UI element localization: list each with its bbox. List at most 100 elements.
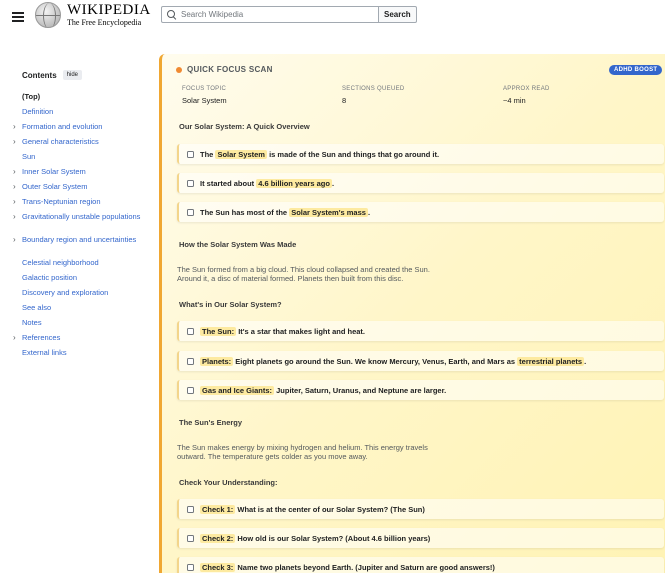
chevron-right-icon[interactable]: › [13, 137, 16, 146]
overview-item[interactable]: The Solar System is made of the Sun and … [177, 144, 664, 164]
chevron-right-icon[interactable]: › [13, 197, 16, 206]
item-text: . [331, 178, 335, 188]
chevron-right-icon[interactable]: › [13, 235, 16, 244]
item-text: is made of the Sun and things that go ar… [269, 149, 440, 159]
status-dot-icon [176, 66, 182, 73]
chevron-right-icon[interactable]: › [13, 212, 16, 221]
search-input[interactable] [181, 10, 371, 19]
toc-item-label: Trans-Neptunian region [22, 197, 101, 206]
section-title-energy: The Sun's Energy [179, 418, 243, 427]
overview-item[interactable]: The Sun has most of the Solar System's m… [177, 202, 664, 222]
whats-in-item[interactable]: The Sun: It's a star that makes light an… [177, 321, 664, 341]
overview-item[interactable]: It started about 4.6 billion years ago . [177, 173, 664, 193]
whats-in-item[interactable]: Planets: Eight planets go around the Sun… [177, 351, 664, 371]
toc-item[interactable]: Galactic position [22, 273, 150, 288]
toc-item[interactable]: › Outer Solar System [13, 182, 150, 197]
toc-item[interactable]: › Trans-Neptunian region [13, 197, 150, 212]
checkbox[interactable] [187, 327, 194, 335]
toc-item-label: Inner Solar System [22, 167, 86, 176]
search-icon [167, 10, 176, 19]
toc-item[interactable]: (Top) [22, 92, 150, 107]
chevron-right-icon[interactable]: › [13, 167, 16, 176]
toc-item-label: Sun [22, 152, 36, 161]
toc-item-label: Galactic position [22, 273, 78, 282]
toc-header: Contents hide [22, 70, 150, 80]
toc-item-label: General characteristics [22, 137, 99, 146]
toc-item[interactable]: Celestial neighborhood [22, 258, 150, 273]
check-text: Name two planets beyond Earth. (Jupiter … [237, 562, 495, 572]
toc-item-label: Gravitationally unstable populations [22, 212, 141, 221]
meta-label: SECTIONS QUEUED [342, 86, 405, 92]
search-button[interactable]: Search [379, 6, 417, 23]
checkbox[interactable] [187, 534, 194, 542]
scan-title: QUICK FOCUS SCAN [187, 65, 273, 74]
chevron-right-icon[interactable]: › [13, 122, 16, 131]
checkbox[interactable] [187, 386, 194, 394]
toc-item-label: Formation and evolution [22, 122, 103, 131]
meta-focus-topic: FOCUS TOPIC Solar System [182, 86, 227, 105]
toc-item[interactable]: Definition [22, 107, 150, 122]
main-menu-button[interactable] [12, 10, 24, 24]
adhd-boost-badge[interactable]: ADHD BOOST [609, 65, 663, 75]
check-label: Check 1: [200, 504, 236, 514]
whats-in-item[interactable]: Gas and Ice Giants: Jupiter, Saturn, Ura… [177, 380, 664, 400]
toc-item-label: (Top) [22, 92, 41, 101]
item-text: Eight planets go around the Sun. We know… [235, 356, 516, 366]
chevron-right-icon[interactable]: › [13, 182, 16, 191]
meta-label: APPROX READ [503, 86, 550, 92]
item-text: The Sun has most of the [200, 207, 288, 217]
search-form: Search [161, 6, 417, 23]
checkbox[interactable] [187, 179, 194, 187]
made-paragraph: The Sun formed from a big cloud. This cl… [177, 265, 430, 283]
check-item[interactable]: Check 2: How old is our Solar System? (A… [177, 528, 664, 548]
toc-hide-button[interactable]: hide [62, 70, 83, 80]
toc-item-label: Celestial neighborhood [22, 258, 99, 267]
highlight-term: Solar System's mass [289, 207, 368, 217]
scan-header: QUICK FOCUS SCAN [176, 65, 273, 74]
check-label: Check 3: [200, 562, 236, 572]
item-label: The Sun: [200, 326, 237, 336]
item-text: . [367, 207, 371, 217]
check-item[interactable]: Check 3: Name two planets beyond Earth. … [177, 557, 664, 573]
checkbox[interactable] [187, 150, 194, 158]
quick-focus-panel: QUICK FOCUS SCAN ADHD BOOST FOCUS TOPIC … [159, 54, 665, 573]
toc-item-label: Outer Solar System [22, 182, 88, 191]
check-text: How old is our Solar System? (About 4.6 … [237, 533, 431, 543]
checkbox[interactable] [187, 208, 194, 216]
section-title-check: Check Your Understanding: [179, 478, 278, 487]
toc-item-label: Definition [22, 107, 54, 116]
toc-item[interactable]: See also [22, 303, 150, 318]
toc-item-label: Discovery and exploration [22, 288, 109, 297]
toc-item[interactable]: Sun [22, 152, 150, 167]
toc-item[interactable]: External links [22, 348, 150, 363]
check-text: What is at the center of our Solar Syste… [237, 504, 425, 514]
toc-item[interactable]: › General characteristics [13, 137, 150, 152]
search-box[interactable] [161, 6, 379, 23]
item-text: . [584, 356, 587, 366]
wikipedia-logo[interactable]: WIKIPEDIA The Free Encyclopedia [35, 2, 151, 28]
checkbox[interactable] [187, 357, 194, 365]
toc-item[interactable]: › Gravitationally unstable populations [13, 212, 150, 235]
logo-title: WIKIPEDIA [67, 2, 151, 18]
check-item[interactable]: Check 1: What is at the center of our So… [177, 499, 664, 519]
toc-item[interactable]: › Boundary region and uncertainties [13, 235, 150, 258]
toc-item[interactable]: › Inner Solar System [13, 167, 150, 182]
highlight-term: 4.6 billion years ago [256, 178, 332, 188]
section-title-whats-in: What's in Our Solar System? [179, 300, 282, 309]
item-text: It started about [200, 178, 255, 188]
toc-item[interactable]: › References [13, 333, 150, 348]
item-label: Gas and Ice Giants: [200, 385, 275, 395]
wikipedia-wordmark: WIKIPEDIA The Free Encyclopedia [67, 3, 151, 27]
toc-item-label: Boundary region and uncertainties [22, 235, 137, 244]
toc-item[interactable]: Notes [22, 318, 150, 333]
checkbox[interactable] [187, 563, 194, 571]
item-text: Jupiter, Saturn, Uranus, and Neptune are… [276, 385, 447, 395]
meta-value: ~4 min [503, 96, 526, 105]
checkbox[interactable] [187, 505, 194, 513]
meta-approx-read: APPROX READ ~4 min [503, 86, 550, 105]
highlight-term: terrestrial planets [517, 356, 585, 366]
chevron-right-icon[interactable]: › [13, 333, 16, 342]
toc-item[interactable]: › Formation and evolution [13, 122, 150, 137]
toc-item[interactable]: Discovery and exploration [22, 288, 150, 303]
check-label: Check 2: [200, 533, 236, 543]
